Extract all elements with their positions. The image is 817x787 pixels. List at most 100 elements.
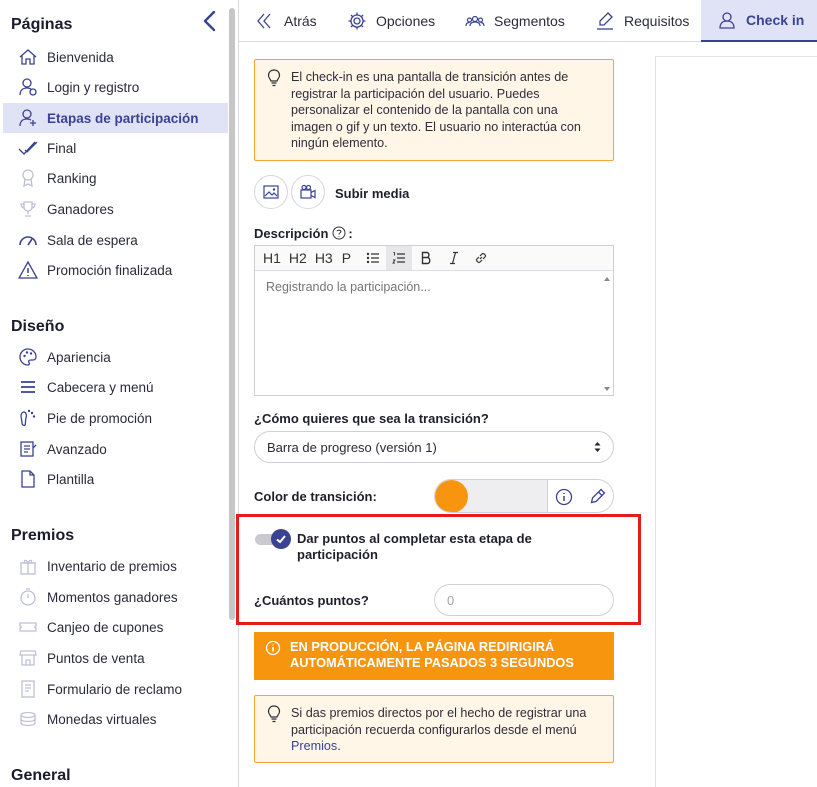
- description-textarea[interactable]: [255, 272, 613, 395]
- points-question-label: ¿Cuántos puntos?: [254, 593, 369, 608]
- sidebar-item-ranking[interactable]: Ranking: [3, 163, 228, 193]
- user-login-icon: [18, 77, 38, 97]
- help-icon[interactable]: [332, 226, 346, 240]
- description-editor: H1 H2 H3 P: [254, 245, 614, 396]
- sidebar-item-label: Avanzado: [47, 441, 107, 457]
- coupon-icon: [18, 617, 38, 637]
- sidebar-item-apariencia[interactable]: Apariencia: [3, 342, 228, 372]
- sidebar-item-monedas-virtuales[interactable]: Monedas virtuales: [3, 704, 228, 734]
- toolbar-bold-button[interactable]: [412, 246, 440, 270]
- tab-label: Opciones: [376, 12, 436, 29]
- info-text: El check-in es una pantalla de transició…: [291, 70, 581, 150]
- sidebar-item-promocion-finalizada[interactable]: Promoción finalizada: [3, 255, 228, 285]
- bold-icon: [419, 251, 433, 265]
- select-arrows-icon: [594, 441, 601, 453]
- color-swatch[interactable]: [435, 480, 468, 512]
- sidebar-item-inventario-premios[interactable]: Inventario de premios: [3, 551, 228, 581]
- editor-toolbar: H1 H2 H3 P: [255, 246, 613, 271]
- toolbar-numbered-list-button[interactable]: [386, 246, 413, 270]
- upload-video-button[interactable]: [291, 175, 325, 209]
- sidebar-item-canjeo-cupones[interactable]: Canjeo de cupones: [3, 612, 228, 642]
- description-label-text: Descripción: [254, 226, 329, 241]
- lightbulb-icon: [266, 69, 282, 87]
- toolbar-bullet-list-button[interactable]: [360, 246, 386, 270]
- collapse-sidebar-icon[interactable]: [201, 10, 219, 32]
- bullet-list-icon: [366, 251, 380, 265]
- toolbar-h3-button[interactable]: H3: [311, 246, 337, 270]
- double-check-icon: [18, 138, 38, 158]
- home-icon: [18, 47, 38, 67]
- info-circle-icon: [265, 640, 281, 656]
- tab-requisitos[interactable]: Requisitos: [595, 0, 689, 41]
- transition-select[interactable]: Barra de progreso (versión 1): [254, 431, 614, 463]
- sidebar-item-ganadores[interactable]: Ganadores: [3, 194, 228, 224]
- gear-icon: [347, 11, 367, 31]
- tab-opciones[interactable]: Opciones: [347, 0, 435, 41]
- upload-image-button[interactable]: [254, 175, 288, 209]
- toolbar-link-button[interactable]: [468, 246, 494, 270]
- sidebar-item-bienvenida[interactable]: Bienvenida: [3, 42, 228, 72]
- tab-label: Requisitos: [624, 12, 690, 29]
- toolbar-paragraph-button[interactable]: P: [337, 246, 360, 270]
- lightbulb-icon: [266, 705, 282, 723]
- document-icon: [18, 469, 38, 489]
- store-icon: [18, 648, 38, 668]
- toolbar-italic-button[interactable]: [440, 246, 468, 270]
- sidebar-item-label: Etapas de participación: [47, 110, 199, 126]
- sidebar-item-avanzado[interactable]: Avanzado: [3, 434, 228, 464]
- sidebar-item-formulario-reclamo[interactable]: Formulario de reclamo: [3, 674, 228, 704]
- sidebar-item-momentos-ganadores[interactable]: Momentos ganadores: [3, 582, 228, 612]
- toggle-knob: [271, 529, 291, 549]
- sidebar-item-pie-promocion[interactable]: Pie de promoción: [3, 403, 228, 433]
- sidebar-item-label: Bienvenida: [47, 49, 114, 65]
- sidebar-item-label: Plantilla: [47, 471, 95, 487]
- sidebar-item-plantilla[interactable]: Plantilla: [3, 464, 228, 494]
- premios-link[interactable]: Premios: [291, 739, 337, 753]
- menu-icon: [18, 377, 38, 397]
- trophy-icon: [18, 199, 38, 219]
- sidebar-item-label: Inventario de premios: [47, 558, 177, 574]
- medal-icon: [18, 168, 38, 188]
- sidebar-item-etapas-participacion[interactable]: Etapas de participación: [3, 103, 228, 133]
- sidebar-scrollbar[interactable]: [229, 8, 235, 620]
- toolbar-h1-button[interactable]: H1: [259, 246, 285, 270]
- description-label-colon: :: [348, 226, 353, 241]
- sidebar-item-label: Apariencia: [47, 349, 111, 365]
- prizes-note-text: Si das premios directos por el hecho de …: [291, 706, 587, 737]
- stopwatch-icon: [18, 587, 38, 607]
- tab-segmentos[interactable]: Segmentos: [465, 0, 565, 41]
- sidebar-item-label: Ganadores: [47, 201, 114, 217]
- eyedropper-icon[interactable]: [587, 487, 607, 507]
- points-input[interactable]: [434, 584, 614, 616]
- section-title-diseno: Diseño: [11, 318, 65, 335]
- user-add-icon: [18, 108, 38, 128]
- user-check-icon: [717, 10, 737, 30]
- points-toggle[interactable]: [255, 529, 291, 549]
- editor-scroll-up-arrow[interactable]: [604, 277, 610, 281]
- editor-scroll-down-arrow[interactable]: [604, 387, 610, 391]
- image-icon: [262, 183, 280, 201]
- toolbar-h2-button[interactable]: H2: [285, 246, 311, 270]
- tab-label: Segmentos: [494, 12, 565, 29]
- coins-icon: [18, 709, 38, 729]
- tab-label: Check in: [746, 12, 805, 28]
- section-title-general: General: [11, 767, 71, 784]
- tab-check-in[interactable]: Check in: [701, 0, 817, 42]
- users-group-icon: [465, 11, 485, 31]
- sidebar-item-sala-espera[interactable]: Sala de espera: [3, 225, 228, 255]
- upload-media-label: Subir media: [335, 186, 410, 201]
- preview-panel: [655, 56, 817, 787]
- production-banner-text: EN PRODUCCIÓN, LA PÁGINA REDIRIGIRÁ AUTO…: [290, 639, 574, 670]
- transition-question-label: ¿Cómo quieres que sea la transición?: [254, 411, 489, 426]
- sidebar-item-label: Sala de espera: [47, 232, 138, 248]
- production-redirect-banner: EN PRODUCCIÓN, LA PÁGINA REDIRIGIRÁ AUTO…: [254, 632, 614, 680]
- sidebar-item-final[interactable]: Final: [3, 133, 228, 163]
- sidebar-item-login-registro[interactable]: Login y registro: [3, 72, 228, 102]
- transition-color-label: Color de transición:: [254, 489, 377, 504]
- info-icon[interactable]: [554, 487, 574, 507]
- transition-color-field: [434, 479, 614, 513]
- sidebar-item-puntos-venta[interactable]: Puntos de venta: [3, 643, 228, 673]
- sidebar-item-cabecera-menu[interactable]: Cabecera y menú: [3, 372, 228, 402]
- tab-atras[interactable]: Atrás: [255, 0, 317, 41]
- sidebar-item-label: Puntos de venta: [47, 650, 145, 666]
